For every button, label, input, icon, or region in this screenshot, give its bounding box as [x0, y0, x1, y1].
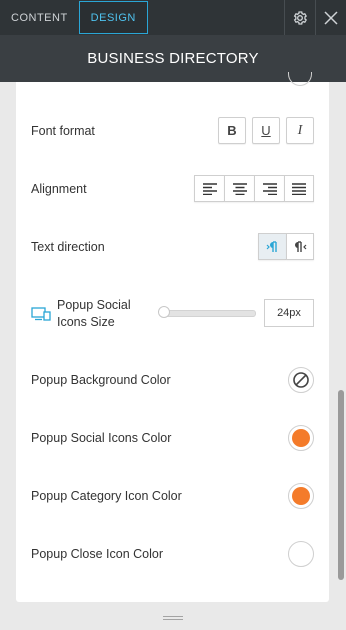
page-title: BUSINESS DIRECTORY — [87, 50, 259, 67]
popup-category-icon-color-picker[interactable] — [288, 483, 314, 509]
rtl-icon — [295, 240, 307, 252]
devices-icon — [31, 307, 51, 321]
social-icons-size-value: 24px — [277, 307, 301, 319]
settings-button[interactable] — [284, 0, 315, 35]
text-direction-row: Text direction — [31, 233, 314, 260]
close-button[interactable] — [315, 0, 346, 35]
color-dot — [292, 545, 310, 563]
font-format-label: Font format — [31, 123, 95, 138]
alignment-buttons — [194, 175, 314, 202]
popup-category-icon-color-row: Popup Category Icon Color — [31, 483, 314, 509]
popup-close-icon-color-picker[interactable] — [288, 541, 314, 567]
popup-social-icons-color-row: Popup Social Icons Color — [31, 425, 314, 451]
align-center-icon — [232, 182, 247, 195]
alignment-row: Alignment — [31, 175, 314, 202]
align-left-icon — [202, 182, 217, 195]
social-icons-size-input[interactable]: 24px — [264, 299, 314, 327]
resize-handle[interactable] — [163, 616, 183, 622]
tab-design[interactable]: DESIGN — [78, 1, 148, 34]
tab-content[interactable]: CONTENT — [0, 0, 79, 35]
popup-category-icon-color-label: Popup Category Icon Color — [31, 489, 182, 503]
popup-close-icon-color-label: Popup Close Icon Color — [31, 547, 164, 561]
top-toolbar: CONTENT DESIGN — [0, 0, 346, 35]
font-format-buttons: B U I — [212, 117, 314, 144]
popup-social-icons-color-picker[interactable] — [288, 425, 314, 451]
text-direction-buttons — [258, 233, 314, 260]
bold-icon: B — [227, 123, 237, 138]
align-center-button[interactable] — [224, 175, 254, 202]
italic-button[interactable]: I — [286, 117, 314, 144]
text-direction-label: Text direction — [31, 239, 105, 254]
social-icons-size-slider[interactable] — [159, 310, 256, 317]
panel-background: Font format B U I Alignment Text directi… — [0, 72, 346, 630]
social-icons-size-label: Popup Social Icons Size — [57, 298, 131, 329]
align-right-icon — [262, 182, 277, 195]
scrollbar-thumb[interactable] — [338, 390, 344, 580]
color-dot — [292, 487, 310, 505]
ltr-icon — [266, 240, 277, 252]
italic-icon: I — [297, 122, 303, 138]
underline-button[interactable]: U — [252, 117, 280, 144]
font-format-row: Font format B U I — [31, 117, 314, 144]
popup-close-icon-color-row: Popup Close Icon Color — [31, 541, 314, 567]
align-justify-button[interactable] — [284, 175, 314, 202]
bold-button[interactable]: B — [218, 117, 246, 144]
alignment-label: Alignment — [31, 181, 87, 196]
popup-background-color-label: Popup Background Color — [31, 373, 171, 387]
align-right-button[interactable] — [254, 175, 284, 202]
no-color-icon — [293, 372, 309, 388]
slider-handle[interactable] — [158, 306, 170, 318]
close-icon — [324, 10, 338, 25]
partial-color-swatch[interactable] — [288, 72, 312, 86]
color-dot — [292, 429, 310, 447]
rtl-button[interactable] — [286, 233, 314, 260]
gear-icon — [293, 10, 308, 25]
align-left-button[interactable] — [194, 175, 224, 202]
popup-social-icons-color-label: Popup Social Icons Color — [31, 431, 172, 445]
settings-panel: Font format B U I Alignment Text directi… — [16, 72, 329, 602]
ltr-button[interactable] — [258, 233, 286, 260]
popup-background-color-picker[interactable] — [288, 367, 314, 393]
underline-icon: U — [261, 123, 271, 138]
popup-background-color-row: Popup Background Color — [31, 367, 314, 393]
align-justify-icon — [292, 182, 306, 195]
